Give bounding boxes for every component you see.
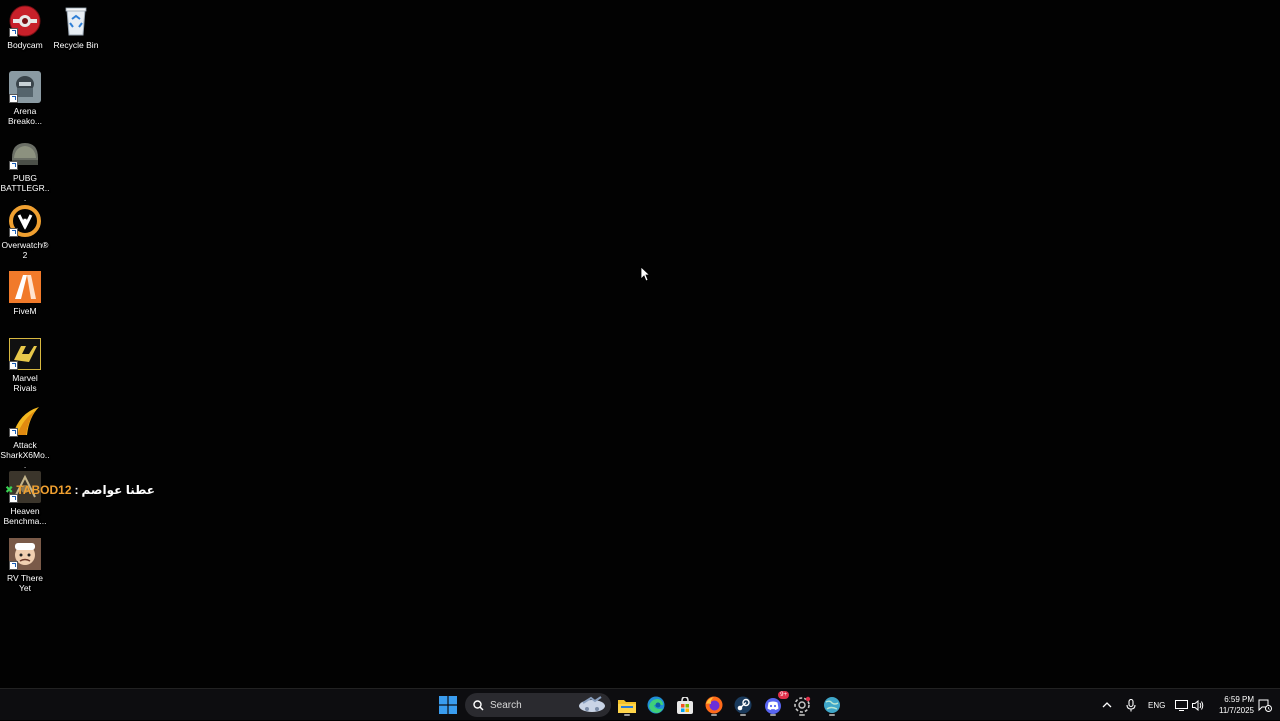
search-box[interactable]: Search: [465, 693, 611, 717]
store-button[interactable]: [673, 693, 697, 717]
desktop-icon-overwatch[interactable]: Overwatch® 2: [0, 205, 50, 260]
start-button[interactable]: [436, 693, 460, 717]
desktop-icon-label: Arena Breako...: [7, 106, 43, 126]
desktop-icon-pubg[interactable]: PUBG BATTLEGR...: [0, 138, 50, 203]
network-icon: [1175, 699, 1188, 711]
chevron-up-icon: [1102, 702, 1112, 708]
desktop-icon-label: Marvel Rivals: [12, 373, 38, 393]
marvel-rivals-icon: [9, 338, 41, 370]
volume-button[interactable]: [1192, 689, 1204, 721]
folder-icon: [618, 699, 636, 713]
desktop-icon-heaven-benchmark[interactable]: Heaven Benchma...: [0, 471, 50, 526]
edge-icon: [647, 696, 665, 714]
language-label: ENG: [1148, 700, 1166, 710]
firefox-button[interactable]: [702, 693, 726, 717]
discord-icon: [765, 698, 781, 714]
discord-button[interactable]: 9+: [761, 691, 789, 717]
network-app-button[interactable]: [820, 693, 844, 717]
notification-badge: 9+: [778, 691, 789, 699]
desktop-icon-label: FiveM: [13, 306, 37, 316]
search-highlight-icon: [579, 696, 605, 712]
chrome-like-button[interactable]: [790, 693, 814, 717]
fivem-icon: [9, 271, 41, 303]
microphone-icon: [1126, 698, 1136, 711]
desktop-icon-label: Recycle Bin: [53, 40, 99, 50]
arena-breakout-icon: [9, 71, 41, 103]
desktop-icon-recycle-bin[interactable]: Recycle Bin: [51, 5, 101, 50]
steam-icon: [734, 696, 752, 714]
globe-icon: [824, 697, 840, 713]
desktop-icon-attack-shark[interactable]: Attack SharkX6Mo...: [0, 405, 50, 470]
desktop-icon-label: Bodycam: [7, 40, 43, 50]
steam-button[interactable]: [731, 693, 755, 717]
recycle-bin-icon: [60, 5, 92, 37]
windows-logo-icon: [439, 696, 457, 714]
mouse-cursor-icon: [640, 266, 651, 287]
desktop-icon-arena-breakout[interactable]: Arena Breako...: [0, 71, 50, 126]
store-icon: [677, 696, 693, 714]
network-status-button[interactable]: [1175, 689, 1188, 721]
desktop-icon-fivem[interactable]: FiveM: [0, 271, 50, 316]
overlay-arabic-text: عطنا عواصم: [81, 483, 155, 497]
desktop-icon-label: Overwatch® 2: [1, 240, 49, 260]
search-label: Search: [490, 699, 522, 711]
overlay-name-text: TABOD12: [16, 483, 72, 497]
file-explorer-button[interactable]: [615, 693, 639, 717]
search-icon: [473, 699, 484, 711]
pubg-icon: [9, 138, 41, 170]
desktop-icon-label: PUBG BATTLEGR...: [0, 173, 50, 203]
clock-date: 11/7/2025: [1219, 706, 1254, 715]
attack-shark-icon: [9, 405, 41, 437]
language-indicator[interactable]: ENG: [1148, 689, 1165, 721]
overlay-text: ✖ TABOD12 : عطنا عواصم: [5, 482, 155, 498]
desktop[interactable]: Bodycam Recycle Bin Arena Breako... PUBG…: [0, 0, 1280, 688]
bodycam-icon: [9, 5, 41, 37]
rv-there-yet-icon: [9, 538, 41, 570]
microphone-button[interactable]: [1126, 689, 1136, 721]
close-icon: ✖: [5, 484, 14, 496]
desktop-icon-rv-there-yet[interactable]: RV There Yet: [0, 538, 50, 593]
overwatch-icon: [9, 205, 41, 237]
settings-app-icon: [794, 696, 811, 713]
tray-overflow-button[interactable]: [1102, 689, 1112, 721]
firefox-icon: [705, 696, 723, 714]
desktop-icon-label: Heaven Benchma...: [3, 506, 47, 526]
clock[interactable]: 6:59 PM 11/7/2025: [1210, 694, 1254, 716]
notifications-button[interactable]: [1258, 689, 1272, 721]
desktop-icon-label: Attack SharkX6Mo...: [0, 440, 50, 470]
clock-time: 6:59 PM: [1224, 695, 1254, 704]
taskbar: Search 9+ ENG 6:59 PM 11/7/2025: [0, 688, 1280, 720]
notification-bell-icon: [1258, 699, 1272, 712]
desktop-icon-bodycam[interactable]: Bodycam: [0, 5, 50, 50]
edge-button[interactable]: [644, 693, 668, 717]
overlay-separator: :: [74, 483, 79, 497]
desktop-icon-marvel-rivals[interactable]: Marvel Rivals: [0, 338, 50, 393]
desktop-icon-label: RV There Yet: [6, 573, 44, 593]
speaker-icon: [1192, 699, 1204, 711]
